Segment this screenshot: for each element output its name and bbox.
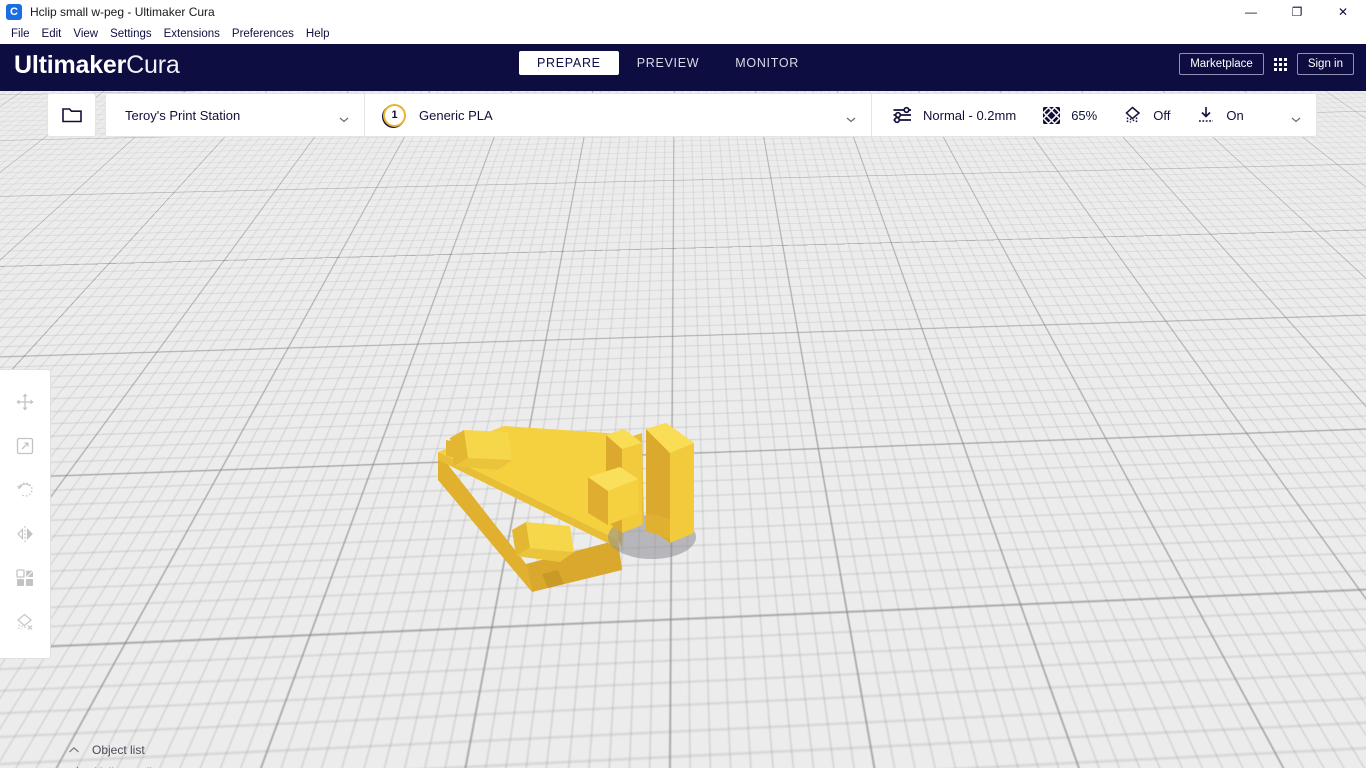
pencil-icon: [62, 765, 86, 768]
adhesion-icon: [1196, 105, 1216, 125]
printer-name: Teroy's Print Station: [125, 107, 241, 123]
window-title: Hclip small w-peg - Ultimaker Cura: [30, 5, 215, 19]
chevron-up-icon: [62, 746, 86, 754]
object-list-panel: Object list Hclip small w-peg 23.8 x 40.…: [62, 739, 188, 768]
menu-help[interactable]: Help: [300, 26, 336, 42]
left-tool-panel: [0, 369, 51, 659]
logo-brand: Ultimaker: [14, 51, 127, 79]
menu-file[interactable]: File: [5, 26, 36, 42]
menu-view[interactable]: View: [67, 26, 104, 42]
menu-preferences[interactable]: Preferences: [226, 26, 300, 42]
mirror-tool[interactable]: [5, 512, 45, 556]
app-logo: UltimakerCura: [14, 51, 180, 80]
open-file-button[interactable]: [47, 93, 96, 137]
material-name: Generic PLA: [419, 107, 493, 123]
scale-tool[interactable]: [5, 424, 45, 468]
build-plate-viewport[interactable]: Object list Hclip small w-peg 23.8 x 40.…: [0, 91, 1366, 768]
extruder-number-badge: 1: [383, 103, 406, 127]
machine-settings-bar: Teroy's Print Station 1 Generic PLA Norm…: [105, 93, 1317, 137]
menu-extensions[interactable]: Extensions: [158, 26, 226, 42]
rotate-tool[interactable]: [5, 468, 45, 512]
window-controls: — ❐ ✕: [1228, 0, 1366, 24]
adhesion-group: On: [1196, 105, 1244, 125]
cura-logo-icon: C: [6, 4, 22, 20]
grid-dots-icon[interactable]: [1273, 57, 1287, 71]
chevron-down-icon: [339, 111, 349, 123]
header-actions: Marketplace Sign in: [1179, 53, 1354, 75]
support-value: Off: [1153, 107, 1171, 123]
profile-label: Normal - 0.2mm: [923, 107, 1017, 123]
menu-edit[interactable]: Edit: [36, 26, 68, 42]
chevron-down-icon: [846, 111, 856, 123]
object-list-header[interactable]: Object list: [62, 739, 188, 761]
tab-preview[interactable]: PREVIEW: [619, 51, 718, 75]
support-group: Off: [1123, 105, 1170, 125]
object-list-item[interactable]: Hclip small w-peg: [62, 761, 188, 768]
marketplace-button[interactable]: Marketplace: [1179, 53, 1264, 75]
maximize-button[interactable]: ❐: [1274, 0, 1320, 24]
stage-tabs: PREPARE PREVIEW MONITOR: [519, 51, 817, 75]
model-hclip-peg-body[interactable]: [586, 421, 711, 571]
adhesion-value: On: [1226, 107, 1244, 123]
close-button[interactable]: ✕: [1320, 0, 1366, 24]
support-icon: [1123, 105, 1143, 125]
move-tool[interactable]: [5, 380, 45, 424]
infill-value: 65%: [1071, 107, 1098, 123]
menu-bar: File Edit View Settings Extensions Prefe…: [0, 24, 1366, 44]
profile-group: Normal - 0.2mm: [892, 106, 1016, 124]
infill-group: 65%: [1042, 105, 1098, 125]
print-settings-sliders-icon: [892, 106, 913, 124]
tab-prepare[interactable]: PREPARE: [519, 51, 619, 75]
minimize-button[interactable]: —: [1228, 0, 1274, 24]
material-selector[interactable]: 1 Generic PLA: [365, 94, 871, 136]
app-header: UltimakerCura PREPARE PREVIEW MONITOR Ma…: [0, 44, 1366, 91]
title-bar: C Hclip small w-peg - Ultimaker Cura — ❐…: [0, 0, 1366, 24]
tab-monitor[interactable]: MONITOR: [717, 51, 817, 75]
support-blocker-tool[interactable]: [5, 600, 45, 644]
sign-in-button[interactable]: Sign in: [1296, 53, 1354, 75]
object-list-title: Object list: [92, 743, 145, 757]
infill-icon: [1042, 105, 1061, 125]
print-settings-selector[interactable]: Normal - 0.2mm 65% Off On: [872, 94, 1316, 136]
per-model-settings-tool[interactable]: [5, 556, 45, 600]
logo-product: Cura: [126, 51, 180, 79]
chevron-down-icon[interactable]: [1291, 111, 1301, 123]
cura-window: C Hclip small w-peg - Ultimaker Cura — ❐…: [0, 0, 1366, 768]
menu-settings[interactable]: Settings: [104, 26, 158, 42]
printer-selector[interactable]: Teroy's Print Station: [106, 94, 364, 136]
